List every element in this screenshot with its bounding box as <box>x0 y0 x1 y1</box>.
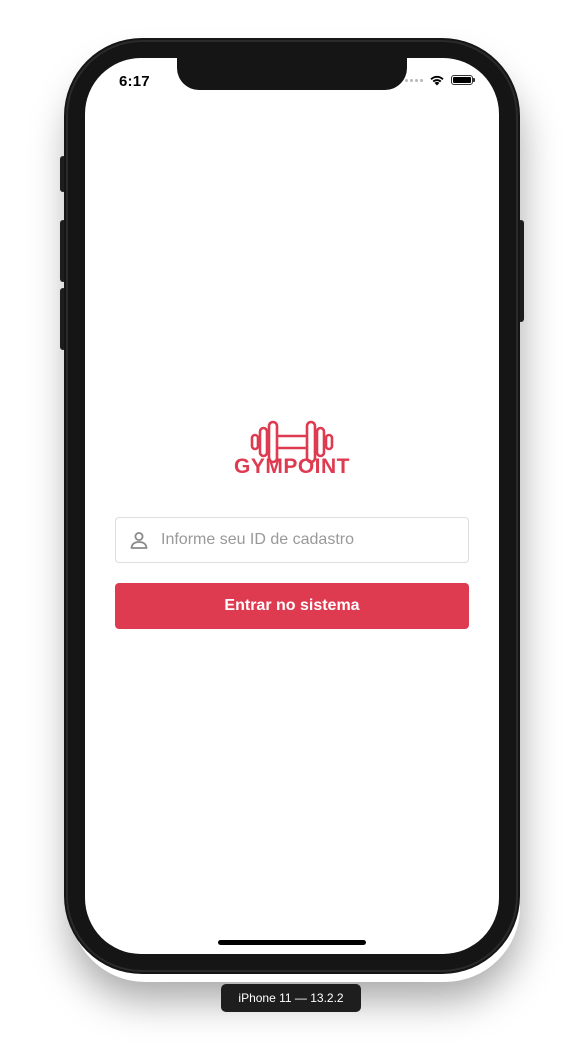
status-time: 6:17 <box>119 73 150 90</box>
signal-dots-icon <box>405 78 423 82</box>
id-input[interactable] <box>161 531 451 549</box>
login-button[interactable]: Entrar no sistema <box>115 583 469 629</box>
home-indicator[interactable] <box>218 940 366 945</box>
simulator-device-label: iPhone 11 — 13.2.2 <box>221 984 361 1012</box>
app-screen: 6:17 GYMPOINT Informe seu ID de cadastro… <box>85 58 499 954</box>
id-field[interactable] <box>115 517 469 563</box>
user-icon <box>130 532 148 549</box>
battery-level <box>453 77 471 83</box>
status-icons <box>405 74 475 86</box>
iphone-frame: 6:17 GYMPOINT Informe seu ID de cadastro… <box>64 38 520 974</box>
notch <box>177 58 407 90</box>
wifi-icon <box>430 75 444 86</box>
battery-icon <box>451 75 475 85</box>
app-name: GYMPOINT <box>233 455 350 478</box>
